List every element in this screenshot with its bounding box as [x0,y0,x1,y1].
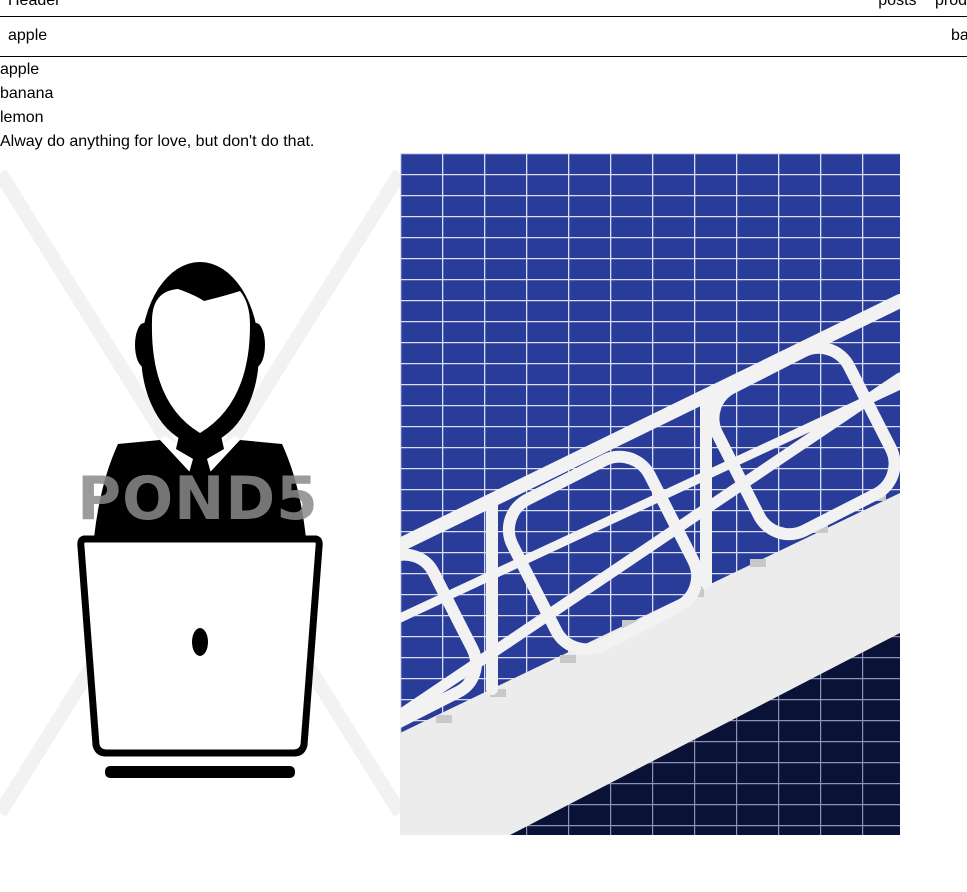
nav-link-products[interactable]: prod [935,0,967,9]
svg-text:POND5: POND5 [77,464,319,534]
nav-link-posts[interactable]: posts [878,0,916,9]
header-title: Header [8,0,61,9]
header-nav: posts prod [878,0,967,10]
staircase-icon [400,153,900,835]
list-item: lemon [0,109,44,126]
content-list: apple banana lemon Alway do anything for… [0,58,314,154]
tab-bar: apple ba [0,17,967,57]
person-laptop-image: POND5 [0,153,400,835]
tab-apple[interactable]: apple [8,27,47,45]
list-item: banana [0,85,54,102]
stair-railing-photo [400,153,900,835]
tab-banana[interactable]: ba [951,27,967,45]
list-item: apple [0,61,40,78]
person-with-laptop-icon: POND5 [0,169,400,817]
page-header: Header posts prod [0,0,967,17]
quote-text: Alway do anything for love, but don't do… [0,133,315,150]
